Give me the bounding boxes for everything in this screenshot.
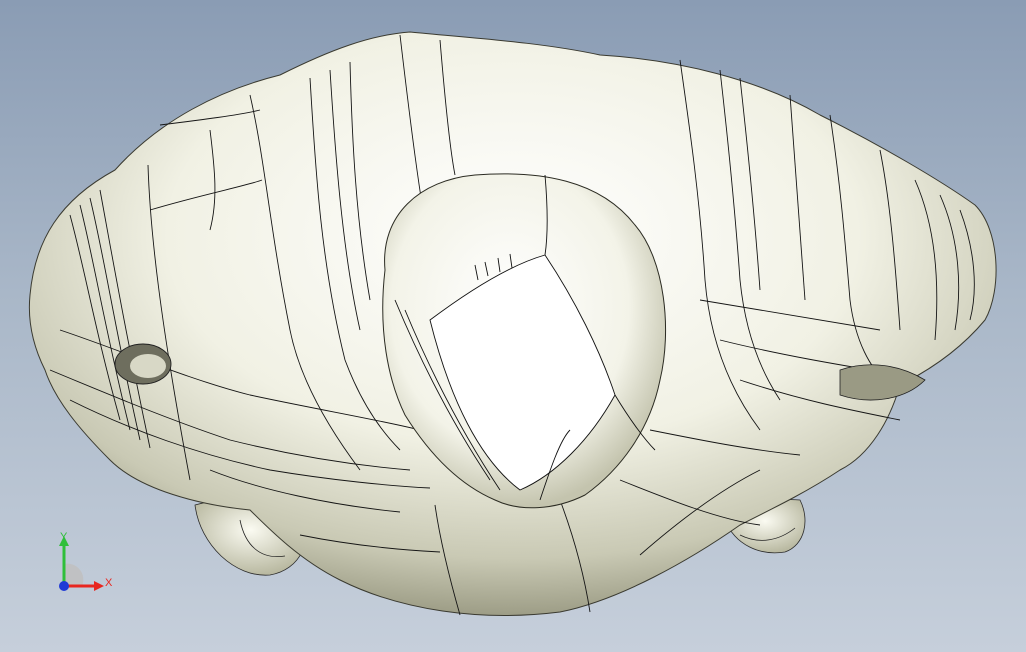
coordinate-triad: Y X: [48, 528, 118, 600]
left-socket: [114, 343, 172, 385]
triad-axes: [59, 536, 104, 591]
y-axis-label: Y: [60, 531, 68, 543]
x-axis-label: X: [105, 577, 113, 589]
3d-model-surface[interactable]: [0, 0, 1026, 652]
graphics-viewport[interactable]: Y X: [0, 0, 1026, 652]
